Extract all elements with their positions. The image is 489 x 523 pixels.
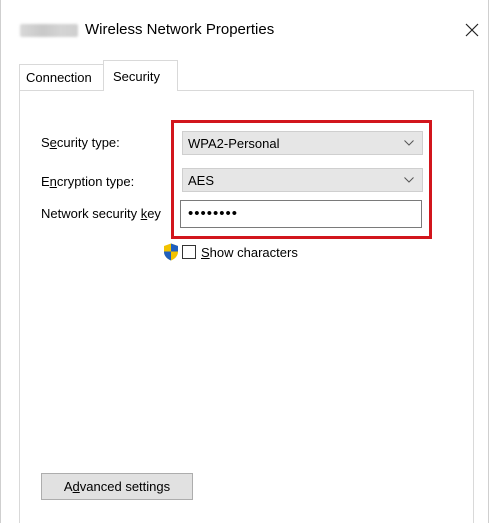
show-characters-label[interactable]: Show characters	[201, 245, 298, 260]
window-title: Wireless Network Properties	[85, 21, 275, 38]
show-characters-checkbox[interactable]	[182, 245, 196, 259]
chevron-down-icon	[404, 140, 414, 146]
tab-security[interactable]: Security	[103, 60, 178, 91]
properties-dialog: Wireless Network Properties Connection S…	[0, 0, 489, 523]
tab-connection[interactable]: Connection	[19, 64, 104, 90]
security-type-select[interactable]: WPA2-Personal	[182, 131, 423, 155]
advanced-settings-button[interactable]: Advanced settings	[41, 473, 193, 500]
close-icon	[465, 23, 479, 37]
tab-connection-label: Connection	[26, 70, 92, 85]
network-security-key-label: Network security key	[41, 206, 161, 221]
encryption-type-label: Encryption type:	[41, 174, 135, 189]
shield-icon	[164, 243, 178, 261]
security-type-label: Security type:	[41, 135, 120, 150]
close-button[interactable]	[459, 16, 485, 44]
chevron-down-icon	[404, 177, 414, 183]
network-security-key-value: ••••••••	[188, 205, 239, 222]
security-type-value: WPA2-Personal	[188, 136, 280, 151]
tab-security-label: Security	[113, 69, 160, 84]
advanced-settings-label: Advanced settings	[63, 479, 171, 494]
encryption-type-value: AES	[188, 173, 215, 188]
encryption-type-select[interactable]: AES	[182, 168, 423, 192]
blurred-network-name	[20, 24, 78, 37]
network-security-key-input[interactable]: ••••••••	[180, 200, 422, 228]
title-bar: Wireless Network Properties	[1, 0, 488, 58]
